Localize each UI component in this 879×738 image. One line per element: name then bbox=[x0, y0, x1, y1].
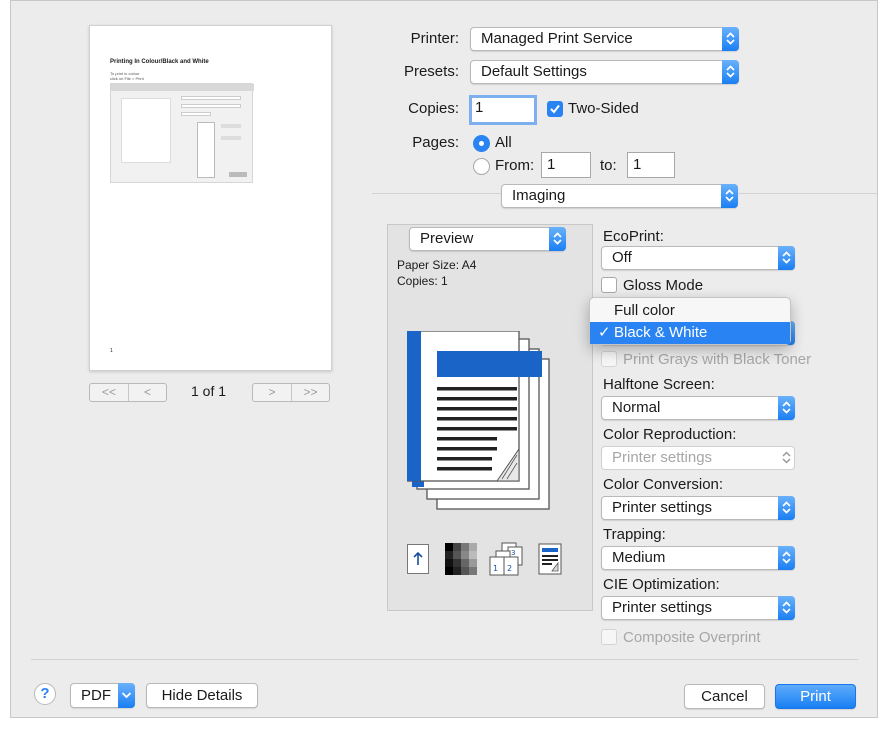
first-page-button[interactable]: << bbox=[90, 384, 128, 401]
updown-arrows-icon bbox=[722, 60, 739, 84]
check-icon: ✓ bbox=[598, 324, 611, 341]
arrow-up-icon[interactable] bbox=[407, 544, 429, 574]
copies-label: Copies: bbox=[408, 100, 459, 117]
two-sided-checkbox[interactable] bbox=[547, 101, 563, 117]
paper-size-label: Paper Size: A4 bbox=[397, 258, 477, 272]
composite-overprint-label: Composite Overprint bbox=[623, 629, 761, 646]
cie-optimization-value: Printer settings bbox=[612, 599, 713, 616]
document-stack-illustration bbox=[407, 331, 550, 510]
updown-arrows-icon bbox=[778, 596, 795, 620]
preview-thumbnail-image bbox=[110, 83, 254, 183]
next-last-page-buttons[interactable]: > >> bbox=[252, 383, 330, 402]
pages-from-field[interactable]: 1 bbox=[541, 152, 591, 178]
ecoprint-popup[interactable]: Off bbox=[601, 246, 795, 270]
printer-popup[interactable]: Managed Print Service bbox=[470, 27, 739, 51]
halftone-value: Normal bbox=[612, 399, 661, 416]
pages-label: Pages: bbox=[412, 134, 459, 151]
page-preview: Printing In Colour/Black and White To pr… bbox=[89, 25, 332, 371]
color-reproduction-label: Color Reproduction: bbox=[603, 426, 737, 443]
updown-arrows-icon bbox=[721, 184, 738, 208]
updown-arrows-icon bbox=[722, 27, 739, 51]
pdf-button[interactable]: PDF bbox=[70, 683, 135, 708]
pages-to-label: to: bbox=[600, 157, 617, 174]
preview-popup[interactable]: Preview bbox=[409, 227, 566, 251]
svg-text:2: 2 bbox=[507, 564, 512, 573]
color-reproduction-popup[interactable]: Printer settings bbox=[601, 446, 795, 470]
preview-copies-label: Copies: 1 bbox=[397, 274, 448, 288]
color-reproduction-value: Printer settings bbox=[612, 449, 713, 466]
updown-arrows-icon bbox=[778, 446, 795, 470]
footer-separator bbox=[31, 659, 858, 660]
updown-arrows-icon bbox=[778, 496, 795, 520]
pages-all-radio[interactable] bbox=[473, 135, 490, 152]
menu-item-full-color[interactable]: Full color bbox=[590, 300, 790, 322]
printer-label: Printer: bbox=[410, 30, 459, 47]
page-options-icon[interactable] bbox=[538, 543, 562, 575]
menu-item-black-white[interactable]: ✓ Black & White bbox=[590, 322, 790, 344]
prev-page-button[interactable]: < bbox=[128, 384, 166, 401]
help-button[interactable]: ? bbox=[34, 683, 56, 705]
presets-value: Default Settings bbox=[481, 63, 587, 80]
svg-text:3: 3 bbox=[511, 549, 515, 557]
hide-details-button[interactable]: Hide Details bbox=[146, 683, 258, 708]
ecoprint-label: EcoPrint: bbox=[603, 228, 664, 245]
next-page-button[interactable]: > bbox=[253, 384, 291, 401]
chevron-down-icon bbox=[118, 683, 135, 708]
color-conversion-popup[interactable]: Printer settings bbox=[601, 496, 795, 520]
svg-text:1: 1 bbox=[493, 564, 498, 573]
section-value: Imaging bbox=[512, 187, 566, 204]
cie-optimization-popup[interactable]: Printer settings bbox=[601, 596, 795, 620]
copies-field[interactable]: 1 bbox=[469, 95, 537, 125]
preview-page-mark: 1 bbox=[110, 348, 113, 354]
updown-arrows-icon bbox=[549, 227, 566, 251]
preview-doc-title: Printing In Colour/Black and White bbox=[110, 59, 209, 65]
last-page-button[interactable]: >> bbox=[291, 384, 329, 401]
trapping-value: Medium bbox=[612, 549, 666, 566]
updown-arrows-icon bbox=[778, 396, 795, 420]
halftone-label: Halftone Screen: bbox=[603, 376, 715, 393]
print-button[interactable]: Print bbox=[775, 684, 856, 709]
preview-doc-line2: click on File > Print bbox=[110, 76, 144, 81]
halftone-popup[interactable]: Normal bbox=[601, 396, 795, 420]
printer-value: Managed Print Service bbox=[481, 30, 633, 47]
pages-to-field[interactable]: 1 bbox=[627, 152, 675, 178]
pages-all-label: All bbox=[495, 134, 512, 151]
pages-from-radio[interactable] bbox=[473, 158, 490, 175]
check-icon bbox=[550, 104, 560, 114]
composite-overprint-checkbox[interactable] bbox=[601, 629, 617, 645]
multi-page-icon[interactable]: 1 2 3 bbox=[488, 541, 524, 577]
print-grays-label: Print Grays with Black Toner bbox=[623, 351, 812, 368]
color-conversion-label: Color Conversion: bbox=[603, 476, 724, 493]
presets-label: Presets: bbox=[403, 63, 459, 80]
grayscale-grid-icon[interactable] bbox=[445, 543, 477, 575]
ecoprint-value: Off bbox=[612, 249, 632, 266]
section-popup[interactable]: Imaging bbox=[501, 184, 738, 208]
print-dialog: Printing In Colour/Black and White To pr… bbox=[10, 0, 878, 718]
cancel-button[interactable]: Cancel bbox=[684, 684, 765, 709]
cie-optimization-label: CIE Optimization: bbox=[603, 576, 720, 593]
preview-popup-value: Preview bbox=[420, 230, 474, 247]
print-grays-checkbox[interactable] bbox=[601, 351, 617, 367]
updown-arrows-icon bbox=[778, 246, 795, 270]
gloss-mode-label: Gloss Mode bbox=[623, 277, 704, 294]
pdf-label: PDF bbox=[81, 687, 111, 704]
color-conversion-value: Printer settings bbox=[612, 499, 713, 516]
menu-item-label: Black & White bbox=[614, 324, 708, 341]
updown-arrows-icon bbox=[778, 546, 795, 570]
two-sided-label: Two-Sided bbox=[568, 100, 639, 117]
trapping-popup[interactable]: Medium bbox=[601, 546, 795, 570]
trapping-label: Trapping: bbox=[603, 526, 666, 543]
pages-from-label: From: bbox=[495, 157, 535, 174]
gloss-mode-checkbox[interactable] bbox=[601, 277, 617, 293]
menu-item-label: Full color bbox=[614, 302, 675, 319]
color-mode-menu: Full color ✓ Black & White bbox=[589, 297, 791, 345]
page-indicator: 1 of 1 bbox=[191, 383, 227, 399]
presets-popup[interactable]: Default Settings bbox=[470, 60, 739, 84]
first-prev-page-buttons[interactable]: << < bbox=[89, 383, 167, 402]
